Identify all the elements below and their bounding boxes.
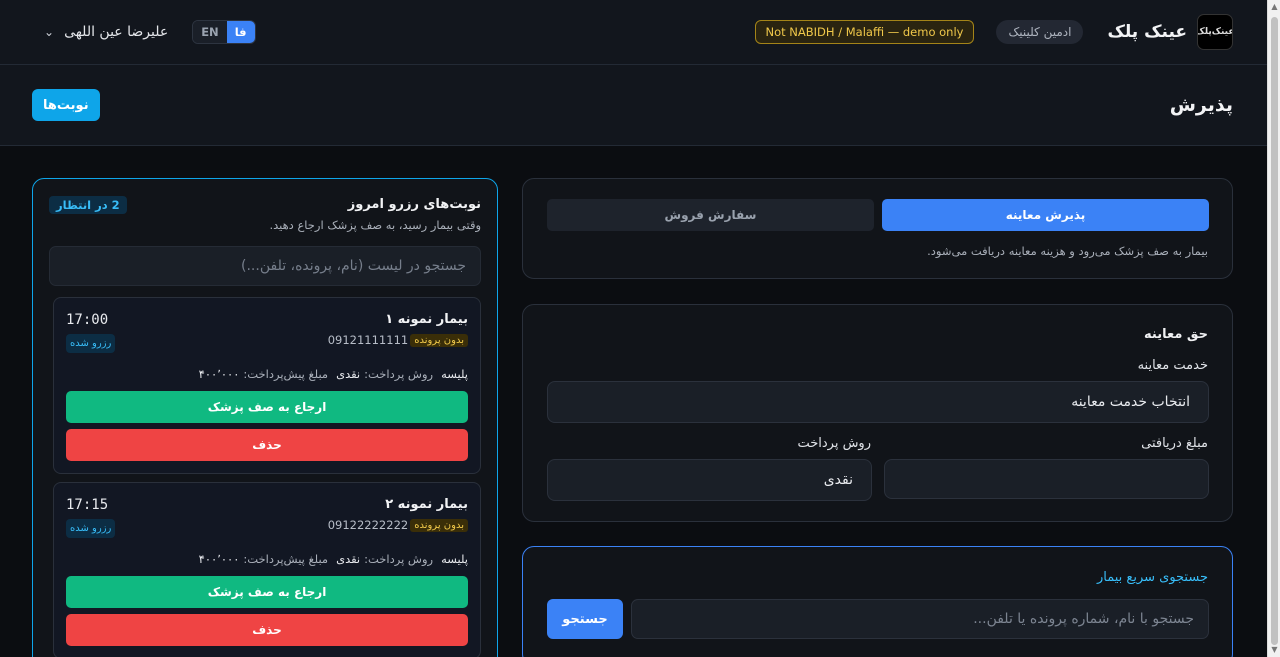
scroll-down-icon[interactable]: ▼ [1268, 643, 1280, 657]
appointment-time: 17:15 [66, 497, 109, 513]
insurance-name: پلیسه [441, 367, 468, 381]
clinic-logo[interactable]: عینک‌پلک [1197, 14, 1233, 50]
received-amount-input[interactable] [884, 459, 1209, 499]
status-badge: رزرو شده [66, 334, 116, 353]
scrollbar-thumb[interactable] [1271, 17, 1278, 645]
header-controls: ⌄ علیرضا عین اللهی EN فا [44, 20, 256, 44]
patient-search-input[interactable]: جستجو با نام، شماره پرونده یا تلفن... [631, 599, 1209, 639]
exam-fee-card: حق معاینه خدمت معاینه انتخاب خدمت معاینه… [522, 304, 1233, 522]
patient-name: بیمار نمونه ۱ [385, 312, 468, 327]
scroll-up-icon[interactable]: ▲ [1268, 0, 1280, 14]
service-select[interactable]: انتخاب خدمت معاینه [547, 381, 1209, 423]
payment-method-caption: روش پرداخت: [364, 552, 434, 566]
quick-search-card: جستجوی سریع بیمار جستجو با نام، شماره پر… [522, 546, 1233, 657]
prepay-caption: مبلغ پیش‌پرداخت: [243, 367, 329, 381]
page-scrollbar[interactable]: ▲ ▼ [1267, 0, 1280, 657]
delete-button[interactable]: حذف [66, 614, 468, 646]
appointment-card: بیمار نمونه ۱ 17:00 بدون پرونده 09121111… [53, 297, 481, 474]
prepay-amount: ۴۰۰٬۰۰۰ [198, 552, 240, 566]
language-switcher: EN فا [192, 20, 256, 44]
mode-tabs: پذیرش معاینه سفارش فروش [547, 199, 1209, 231]
brand: عینک‌پلک عینک پلک ادمین کلینیک Not NABID… [754, 14, 1233, 50]
reservations-title: نوبت‌های رزرو امروز [347, 197, 481, 212]
appointment-card: بیمار نمونه ۲ 17:15 بدون پرونده 09122222… [53, 482, 481, 657]
waiting-count-badge: 2 در انتظار [49, 196, 127, 214]
appointment-time: 17:00 [66, 312, 109, 328]
today-reservations-card: نوبت‌های رزرو امروز وقتی بیمار رسید، به … [32, 178, 498, 657]
page-header: پذیرش نوبت‌ها [0, 65, 1267, 146]
patient-meta: بدون پرونده 09122222222 [328, 518, 468, 532]
quick-search-title: جستجوی سریع بیمار [1096, 570, 1208, 585]
lang-fa-button[interactable]: فا [226, 21, 255, 43]
payment-info: پلیسه روش پرداخت: نقدی مبلغ پیش‌پرداخت: … [199, 367, 468, 381]
payment-method-select[interactable]: نقدی [547, 459, 872, 501]
demo-notice-badge: Not NABIDH / Malaffi — demo only [754, 20, 975, 44]
prepay-caption: مبلغ پیش‌پرداخت: [243, 552, 329, 566]
patient-meta: بدون پرونده 09121111111 [328, 333, 468, 347]
tab-exam-reception[interactable]: پذیرش معاینه [882, 199, 1209, 231]
list-search-input[interactable]: جستجو در لیست (نام، پرونده، تلفن...) [49, 246, 481, 286]
top-bar: عینک‌پلک عینک پلک ادمین کلینیک Not NABID… [0, 0, 1267, 65]
tab-sales-order[interactable]: سفارش فروش [547, 199, 874, 231]
lang-en-button[interactable]: EN [193, 21, 227, 43]
payment-method-value: نقدی [336, 552, 361, 566]
reservations-subtitle: وقتی بیمار رسید، به صف پزشک ارجاع دهید. [269, 218, 481, 232]
payment-method-label: روش پرداخت [797, 436, 871, 451]
role-badge: ادمین کلینیک [996, 20, 1084, 44]
refer-to-doctor-button[interactable]: ارجاع به صف پزشک [66, 391, 468, 423]
user-menu[interactable]: ⌄ علیرضا عین اللهی [44, 24, 168, 40]
brand-name: عینک پلک [1107, 22, 1187, 42]
reception-mode-card: پذیرش معاینه سفارش فروش بیمار به صف پزشک… [522, 178, 1233, 279]
payment-info: پلیسه روش پرداخت: نقدی مبلغ پیش‌پرداخت: … [199, 552, 468, 566]
payment-method-caption: روش پرداخت: [364, 367, 434, 381]
status-badge: رزرو شده [66, 519, 116, 538]
no-file-tag: بدون پرونده [410, 333, 468, 347]
insurance-name: پلیسه [441, 552, 468, 566]
mode-description: بیمار به صف پزشک می‌رود و هزینه معاینه د… [927, 244, 1208, 258]
refer-to-doctor-button[interactable]: ارجاع به صف پزشک [66, 576, 468, 608]
exam-fee-title: حق معاینه [1144, 327, 1208, 342]
prepay-amount: ۴۰۰٬۰۰۰ [198, 367, 240, 381]
chevron-down-icon: ⌄ [44, 25, 55, 39]
delete-button[interactable]: حذف [66, 429, 468, 461]
search-button[interactable]: جستجو [547, 599, 623, 639]
user-name: علیرضا عین اللهی [64, 24, 169, 40]
patient-phone: 09121111111 [327, 333, 409, 347]
received-amount-label: مبلغ دریافتی [1141, 436, 1208, 451]
service-label: خدمت معاینه [1137, 358, 1208, 373]
page-title: پذیرش [1169, 94, 1233, 116]
patient-phone: 09122222222 [327, 518, 409, 532]
no-file-tag: بدون پرونده [410, 518, 468, 532]
appointments-button[interactable]: نوبت‌ها [32, 89, 100, 121]
patient-name: بیمار نمونه ۲ [385, 497, 468, 512]
payment-method-value: نقدی [336, 367, 361, 381]
